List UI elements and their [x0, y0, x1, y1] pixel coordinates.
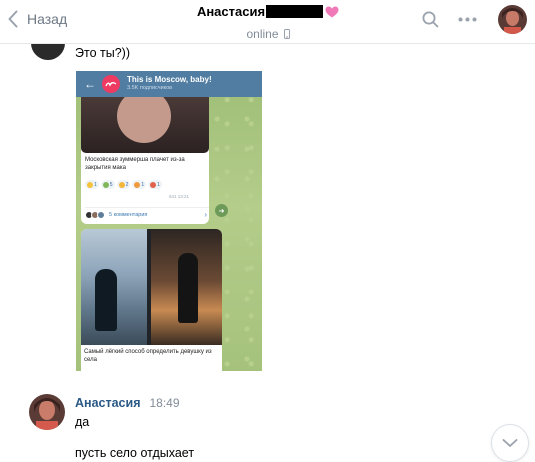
peer-avatar[interactable]	[498, 5, 527, 34]
message-text: Это ты?))	[75, 46, 130, 60]
telegram-channel-header: ← This is Moscow, baby! 3.5K подписчиков	[76, 71, 262, 97]
peer-name: Анастасия	[196, 4, 266, 19]
reactions: 1 5 2 1 1	[85, 180, 209, 189]
scroll-down-button[interactable]	[491, 424, 529, 462]
message-history[interactable]: Это ты?)) ← This is Moscow, baby! 3.5K п…	[0, 32, 535, 462]
channel-name: This is Moscow, baby!	[127, 75, 212, 85]
comments-row: 5 комментария ›	[85, 207, 209, 221]
post-meta: 641 13:21	[169, 194, 190, 199]
channel-post: Самый лёгкий способ определить девушку и…	[81, 229, 222, 371]
chevron-right-icon: ›	[204, 210, 207, 219]
post-photo	[81, 97, 209, 153]
message-text: пусть село отдыхает	[75, 446, 195, 460]
more-dots-icon[interactable]	[458, 17, 477, 22]
chevron-left-icon	[8, 10, 18, 28]
heart-icon	[325, 6, 339, 17]
post-caption: Самый лёгкий способ определить девушку и…	[84, 349, 212, 363]
redacted-surname	[266, 5, 324, 18]
reaction: 2	[116, 180, 131, 189]
search-icon[interactable]	[422, 11, 439, 28]
phone-icon	[283, 29, 290, 39]
sender-avatar[interactable]	[29, 394, 65, 430]
message-text: да	[75, 415, 90, 429]
channel-post: Московская зуммерша плачет из-за закрыти…	[81, 97, 209, 224]
reaction: 1	[132, 180, 147, 189]
post-caption: Московская зуммерша плачет из-за закрыти…	[85, 157, 185, 171]
message-author[interactable]: Анастасия	[75, 396, 141, 410]
reaction: 5	[100, 180, 115, 189]
reaction: 1	[148, 180, 162, 189]
peer-status: online	[246, 27, 279, 41]
chevron-down-icon	[502, 439, 518, 447]
back-button[interactable]: Назад	[8, 8, 67, 30]
peer-info[interactable]: Анастасия online	[180, 4, 356, 41]
back-label: Назад	[27, 11, 68, 27]
share-icon: ➜	[215, 204, 228, 217]
comments-label: 5 комментария	[109, 211, 148, 218]
arrow-left-icon: ←	[84, 77, 96, 91]
reaction: 1	[85, 180, 99, 189]
attached-photo[interactable]: ← This is Moscow, baby! 3.5K подписчиков…	[76, 71, 262, 371]
channel-subscribers: 3.5K подписчиков	[127, 85, 173, 92]
chat-header: Назад Анастасия online	[0, 0, 535, 44]
channel-logo	[102, 75, 120, 93]
message-time: 18:49	[149, 396, 180, 410]
